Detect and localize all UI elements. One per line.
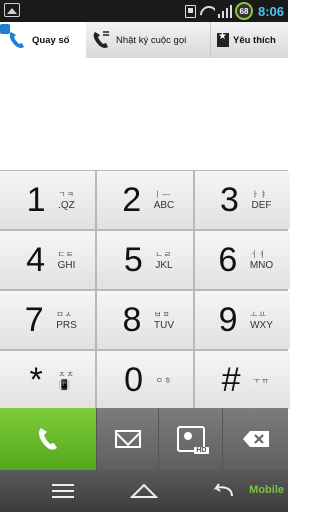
key-digit: 7	[24, 300, 44, 339]
key-8[interactable]: 8 ㅂㅍ TUV	[97, 291, 193, 349]
back-button[interactable]	[210, 482, 234, 500]
vibrate-icon: 📳	[58, 380, 71, 391]
key-letters: GHI	[57, 260, 76, 271]
key-4[interactable]: 4 ㄷㅌ GHI	[0, 231, 95, 289]
key-letters: DEF	[251, 200, 272, 211]
key-1[interactable]: 1 ㄱㅋ .QZ	[0, 171, 95, 229]
key-korean: ㅜㅠ	[253, 375, 270, 385]
tab-favorites[interactable]: Yêu thích	[210, 22, 288, 58]
star-icon	[217, 31, 229, 47]
back-icon	[213, 483, 233, 497]
key-digit: 0	[124, 360, 144, 399]
home-icon	[129, 483, 159, 498]
tab-bar: Quay số Nhật ký cuộc gọi Yêu thích	[0, 22, 288, 58]
key-letters: PRS	[56, 320, 77, 331]
key-digit: 8	[122, 300, 142, 339]
key-korean: ㄷㅌ	[57, 250, 75, 259]
key-korean: ㅓㅕ	[249, 250, 267, 259]
video-call-icon: HD	[176, 426, 209, 454]
envelope-icon	[114, 430, 141, 448]
key-korean: ㅗㅛ	[250, 310, 267, 319]
tab-call-log[interactable]: Nhật ký cuộc gọi	[86, 22, 210, 58]
battery-icon: 68	[234, 2, 253, 20]
key-korean: ㅏㅑ	[251, 190, 269, 199]
home-button[interactable]	[129, 482, 159, 500]
status-icons: 68 8:06	[184, 2, 284, 20]
key-digit: 2	[122, 180, 142, 219]
key-letters: TUV	[154, 320, 174, 331]
watermark: Mobile	[249, 484, 284, 496]
dial-keypad: 1 ㄱㅋ .QZ 2 ㅣ— ABC 3 ㅏㅑ DEF 4 ㄷㅌ GHI 5 ㄴㄹ JKL 6 ㅓㅕ MN…	[0, 170, 290, 409]
action-row: HD	[0, 408, 288, 470]
sim-icon	[184, 4, 196, 18]
call-log-icon	[90, 29, 112, 51]
key-korean: ㅇㅎ	[155, 375, 173, 385]
key-korean: ㅈㅊ	[58, 370, 75, 379]
key-letters: ABC	[153, 200, 175, 211]
key-letters: JKL	[155, 260, 173, 271]
key-star[interactable]: * ㅈㅊ 📳	[0, 351, 95, 409]
signal-icon	[217, 4, 232, 18]
tab-favorites-label: Yêu thích	[233, 34, 276, 46]
key-digit: 1	[26, 180, 46, 219]
key-7[interactable]: 7 ㅁㅅ PRS	[0, 291, 95, 349]
key-9[interactable]: 9 ㅗㅛ WXY	[195, 291, 290, 349]
message-button[interactable]	[96, 408, 158, 470]
image-icon	[4, 3, 20, 17]
wifi-icon	[199, 4, 215, 18]
tab-dialer[interactable]: Quay số	[0, 22, 86, 58]
key-3[interactable]: 3 ㅏㅑ DEF	[195, 171, 290, 229]
key-digit: 9	[218, 300, 238, 339]
key-korean: ㅣ—	[153, 190, 172, 199]
clock: 8:06	[257, 3, 284, 19]
navigation-bar: Mobile	[0, 470, 288, 512]
number-display[interactable]	[0, 58, 288, 170]
status-bar: 68 8:06	[0, 0, 288, 22]
tab-dialer-label: Quay số	[32, 34, 70, 46]
key-korean: ㅂㅍ	[154, 310, 171, 319]
phone-icon	[6, 29, 28, 51]
hd-label: HD	[194, 447, 209, 454]
key-letters: .QZ	[58, 200, 75, 211]
menu-button[interactable]	[52, 484, 74, 498]
key-6[interactable]: 6 ㅓㅕ MNO	[195, 231, 290, 289]
battery-level: 68	[239, 6, 249, 16]
key-hash[interactable]: # ㅜㅠ	[195, 351, 290, 409]
key-5[interactable]: 5 ㄴㄹ JKL	[97, 231, 193, 289]
key-2[interactable]: 2 ㅣ— ABC	[97, 171, 193, 229]
key-digit: 5	[123, 240, 143, 279]
key-digit: 3	[220, 180, 239, 219]
key-digit: 6	[218, 240, 238, 279]
key-korean: ㄱㅋ	[58, 190, 75, 199]
tab-call-log-label: Nhật ký cuộc gọi	[116, 34, 187, 46]
key-0[interactable]: 0 ㅇㅎ	[97, 351, 193, 409]
key-digit: #	[221, 360, 241, 399]
call-button[interactable]	[0, 408, 96, 470]
key-korean: ㅁㅅ	[56, 310, 73, 319]
key-letters: WXY	[250, 320, 273, 331]
delete-button[interactable]	[222, 408, 288, 470]
key-digit: *	[29, 360, 43, 399]
key-digit: 4	[26, 240, 46, 279]
video-call-button[interactable]: HD	[158, 408, 222, 470]
key-korean: ㄴㄹ	[155, 250, 173, 259]
key-letters: MNO	[249, 260, 274, 271]
backspace-icon	[242, 430, 270, 448]
call-icon	[38, 428, 57, 450]
